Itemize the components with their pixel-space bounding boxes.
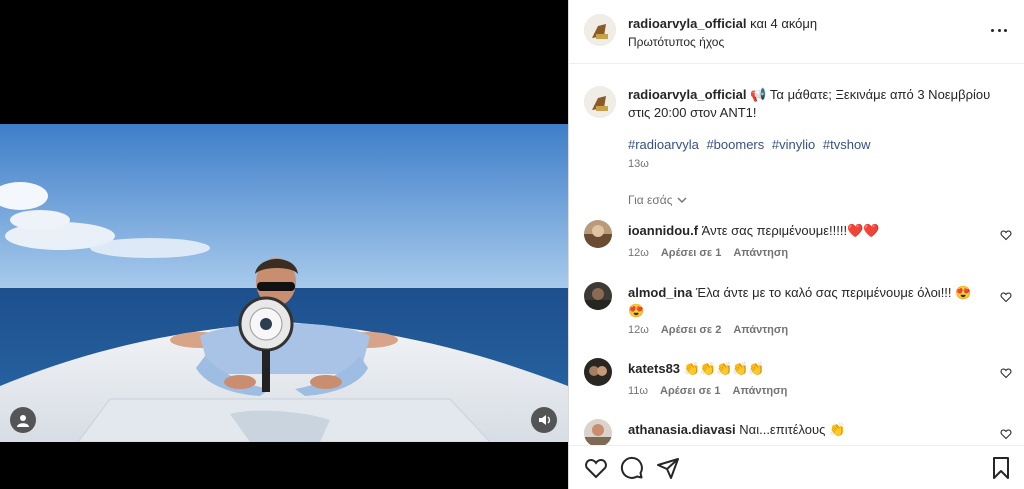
bookmark-icon[interactable] bbox=[989, 456, 1013, 480]
comment-time[interactable]: 11ω bbox=[628, 385, 648, 397]
audio-label[interactable]: Πρωτότυπος ήχος bbox=[628, 35, 724, 49]
comment-username[interactable]: almod_ina bbox=[628, 285, 692, 300]
comment-meta: 12ω Αρέσει σε 2 Απάντηση bbox=[628, 324, 788, 336]
hashtag[interactable]: #boomers bbox=[706, 137, 764, 152]
reply-button[interactable]: Απάντηση bbox=[733, 385, 788, 397]
media-pane bbox=[0, 0, 568, 489]
action-bar bbox=[569, 445, 1024, 489]
comment-filter[interactable]: Για εσάς bbox=[628, 193, 687, 207]
reply-button[interactable]: Απάντηση bbox=[733, 324, 788, 336]
share-icon[interactable] bbox=[656, 456, 680, 480]
heart-icon[interactable] bbox=[584, 456, 608, 480]
caption-time[interactable]: 13ω bbox=[628, 158, 649, 170]
comment-text: Ναι...επιτέλους 👏 bbox=[739, 422, 846, 437]
post-header: radioarvyla_official και 4 ακόμη Πρωτότυ… bbox=[569, 0, 1024, 64]
comment-likes[interactable]: Αρέσει σε 2 bbox=[661, 324, 722, 336]
comment-username[interactable]: ioannidou.f bbox=[628, 223, 698, 238]
comment-body: athanasia.diavasi Ναι...επιτέλους 👏 bbox=[628, 421, 978, 439]
chevron-down-icon bbox=[677, 197, 687, 203]
caption: radioarvyla_official 📢 Τα μάθατε; Ξεκινά… bbox=[628, 86, 1008, 122]
comment-avatar[interactable] bbox=[584, 282, 612, 310]
heart-icon[interactable] bbox=[1000, 367, 1012, 379]
comment-likes[interactable]: Αρέσει σε 1 bbox=[660, 385, 721, 397]
user-tag-icon[interactable] bbox=[10, 407, 36, 433]
hashtags: #radioarvyla #boomers #vinylio #tvshow bbox=[628, 137, 875, 152]
comment-body: ioannidou.f Άντε σας περιμένουμε!!!!!❤️❤… bbox=[628, 222, 978, 240]
comment-avatar[interactable] bbox=[584, 220, 612, 248]
comment-time[interactable]: 12ω bbox=[628, 247, 649, 259]
sound-icon[interactable] bbox=[531, 407, 557, 433]
post-side-panel: radioarvyla_official και 4 ακόμη Πρωτότυ… bbox=[568, 0, 1024, 489]
caption-username[interactable]: radioarvyla_official bbox=[628, 87, 747, 102]
comment-likes[interactable]: Αρέσει σε 1 bbox=[661, 247, 722, 259]
reply-button[interactable]: Απάντηση bbox=[733, 247, 788, 259]
author-avatar[interactable] bbox=[584, 14, 616, 46]
heart-icon[interactable] bbox=[1000, 428, 1012, 440]
post-image[interactable] bbox=[0, 124, 568, 442]
hashtag[interactable]: #vinylio bbox=[772, 137, 815, 152]
comment-icon[interactable] bbox=[620, 456, 644, 480]
comment-meta: 12ω Αρέσει σε 1 Απάντηση bbox=[628, 247, 788, 259]
heart-icon[interactable] bbox=[1000, 291, 1012, 303]
comment-body: almod_ina Έλα άντε με το καλό σας περιμέ… bbox=[628, 284, 978, 320]
more-icon[interactable] bbox=[991, 22, 1007, 38]
post-author[interactable]: radioarvyla_official και 4 ακόμη bbox=[628, 16, 817, 31]
comment-username[interactable]: katets83 bbox=[628, 361, 680, 376]
post-coauthors[interactable]: και 4 ακόμη bbox=[750, 16, 817, 31]
comment-avatar[interactable] bbox=[584, 419, 612, 447]
comment-avatar[interactable] bbox=[584, 358, 612, 386]
caption-avatar[interactable] bbox=[584, 86, 616, 118]
heart-icon[interactable] bbox=[1000, 229, 1012, 241]
comment-time[interactable]: 12ω bbox=[628, 324, 649, 336]
comment-username[interactable]: athanasia.diavasi bbox=[628, 422, 736, 437]
hashtag[interactable]: #tvshow bbox=[823, 137, 871, 152]
hashtag[interactable]: #radioarvyla bbox=[628, 137, 699, 152]
post-author-name[interactable]: radioarvyla_official bbox=[628, 16, 747, 31]
comment-meta: 11ω Αρέσει σε 1 Απάντηση bbox=[628, 385, 787, 397]
comment-body: katets83 👏👏👏👏👏 bbox=[628, 360, 978, 378]
comment-filter-label: Για εσάς bbox=[628, 193, 673, 207]
comment-text: Άντε σας περιμένουμε!!!!!❤️❤️ bbox=[701, 223, 880, 238]
comment-text: 👏👏👏👏👏 bbox=[683, 361, 765, 376]
